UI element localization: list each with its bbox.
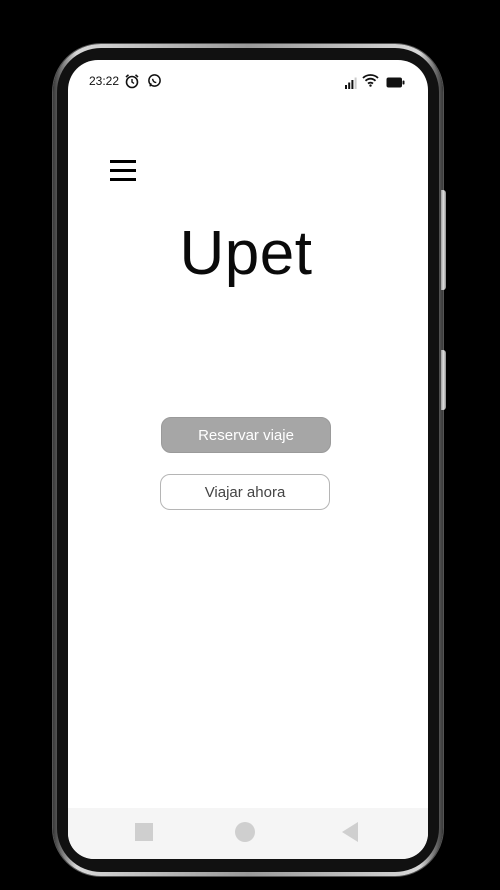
signal-icon <box>345 76 357 94</box>
app-screen: 23:22 Upet Reservar viaje Viajar ahora <box>68 60 428 859</box>
app-title: Upet <box>179 219 313 288</box>
alarm-icon <box>124 73 140 94</box>
status-time: 23:22 <box>89 74 120 88</box>
back-icon[interactable] <box>342 822 358 842</box>
book-trip-button[interactable]: Reservar viaje <box>161 417 331 453</box>
menu-bar-top <box>110 160 136 163</box>
power-button <box>441 350 446 410</box>
whatsapp-icon <box>147 73 162 93</box>
device-stage: 23:22 Upet Reservar viaje Viajar ahora <box>0 0 500 890</box>
hamburger-menu-icon[interactable] <box>108 158 138 184</box>
recent-apps-icon[interactable] <box>135 823 153 841</box>
wifi-icon <box>362 73 379 92</box>
menu-bar-middle <box>110 169 136 172</box>
home-icon[interactable] <box>235 822 255 842</box>
menu-bar-bottom <box>110 178 136 181</box>
status-bar: 23:22 <box>68 60 428 102</box>
system-nav-bar <box>68 808 428 859</box>
volume-button <box>441 190 446 290</box>
travel-now-button[interactable]: Viajar ahora <box>160 474 330 510</box>
battery-icon <box>386 75 405 93</box>
